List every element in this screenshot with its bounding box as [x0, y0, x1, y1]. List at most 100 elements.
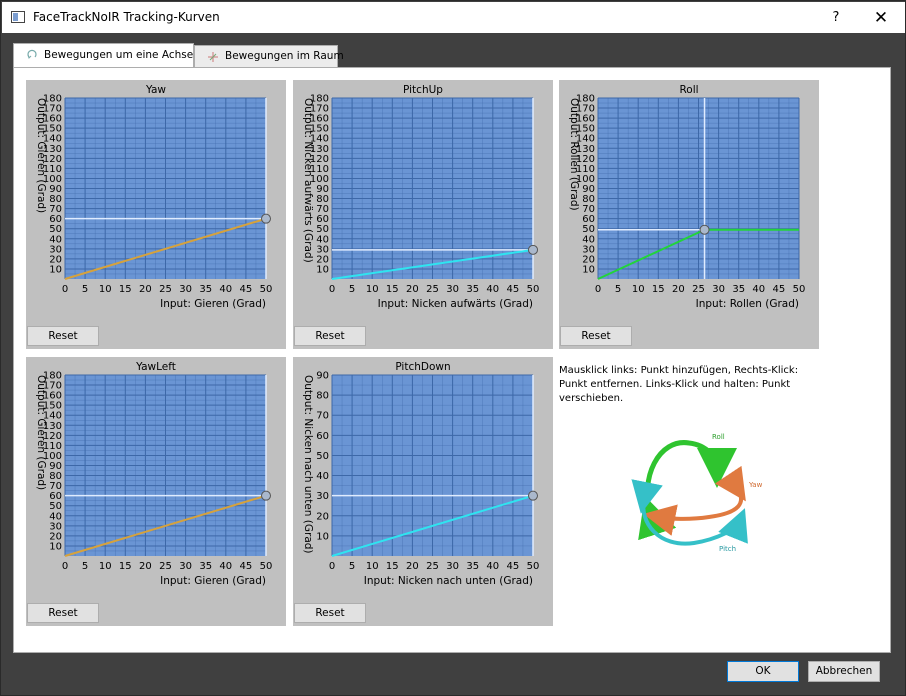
x-tick-label: 15: [386, 561, 399, 572]
y-tick-label: 20: [582, 254, 595, 265]
curve-yawleft: YawLeft 0 5 10 15 20 25 30 35 40 45 50 10 20 30 40 50 60…: [26, 357, 286, 626]
y-tick-label: 60: [582, 214, 595, 225]
y-tick-label: 90: [316, 371, 329, 382]
x-tick-label: 15: [119, 284, 132, 295]
x-tick-label: 50: [527, 284, 540, 295]
yaw-label: Yaw: [748, 481, 763, 489]
y-tick-label: 70: [582, 204, 595, 215]
y-axis-label: Output: Nicken aufwärts (Grad): [302, 98, 314, 263]
control-point[interactable]: [528, 244, 538, 255]
x-tick-label: 30: [712, 284, 725, 295]
y-tick-label: 10: [316, 531, 329, 542]
x-axis-label: Input: Gieren (Grad): [160, 575, 266, 587]
y-tick-label: 60: [316, 214, 329, 225]
x-tick-label: 50: [260, 284, 273, 295]
y-tick-label: 90: [316, 184, 329, 195]
tab-label: Bewegungen um eine Achse: [44, 49, 194, 61]
pitch-arrow: [631, 479, 748, 546]
y-tick-label: 30: [316, 491, 329, 502]
x-tick-label: 45: [773, 284, 786, 295]
reset-button[interactable]: Reset: [560, 326, 632, 346]
x-tick-label: 40: [219, 284, 232, 295]
y-tick-label: 70: [316, 411, 329, 422]
cancel-button[interactable]: Abbrechen: [808, 661, 880, 682]
help-text: Mausklick links: Punkt hinzufügen, Recht…: [559, 365, 799, 404]
curve-plot[interactable]: 0 5 10 15 20 25 30 35 40 45 5010203040506070809010…: [26, 357, 286, 602]
close-button[interactable]: ✕: [864, 6, 898, 30]
y-tick-label: 60: [49, 214, 62, 225]
y-tick-label: 40: [316, 471, 329, 482]
x-tick-label: 5: [615, 284, 621, 295]
reset-button[interactable]: Reset: [294, 603, 366, 623]
reset-button[interactable]: Reset: [27, 326, 99, 346]
x-tick-label: 5: [82, 284, 88, 295]
rotation-axes-illustration: Roll Yaw Pitch: [631, 433, 763, 553]
y-axis-label: Output: Nicken nach unten (Grad): [302, 375, 314, 554]
x-axis-label: Input: Nicken aufwärts (Grad): [378, 298, 533, 310]
y-tick-label: 90: [49, 184, 62, 195]
x-tick-label: 35: [199, 561, 212, 572]
reset-button[interactable]: Reset: [294, 326, 366, 346]
control-point[interactable]: [261, 490, 271, 501]
x-tick-label: 15: [119, 561, 132, 572]
y-tick-label: 70: [316, 204, 329, 215]
x-tick-label: 35: [466, 561, 479, 572]
y-tick-label: 60: [316, 431, 329, 442]
y-tick-label: 70: [49, 481, 62, 492]
y-tick-label: 40: [49, 234, 62, 245]
y-tick-label: 90: [582, 184, 595, 195]
y-tick-label: 30: [49, 244, 62, 255]
x-tick-label: 20: [406, 561, 419, 572]
x-axis-label: Input: Rollen (Grad): [696, 298, 799, 310]
x-tick-label: 20: [406, 284, 419, 295]
x-tick-label: 20: [139, 561, 152, 572]
y-tick-label: 40: [316, 234, 329, 245]
x-tick-label: 30: [179, 561, 192, 572]
x-tick-label: 35: [466, 284, 479, 295]
y-tick-label: 70: [49, 204, 62, 215]
help-button[interactable]: ?: [824, 6, 848, 30]
y-tick-label: 30: [49, 521, 62, 532]
ok-button[interactable]: OK: [727, 661, 799, 682]
x-tick-label: 30: [179, 284, 192, 295]
x-tick-label: 25: [159, 561, 172, 572]
x-tick-label: 5: [349, 284, 355, 295]
x-axis-label: Input: Gieren (Grad): [160, 298, 266, 310]
y-tick-label: 10: [49, 264, 62, 275]
x-tick-label: 45: [240, 561, 253, 572]
y-tick-label: 80: [49, 194, 62, 205]
x-tick-label: 5: [349, 561, 355, 572]
x-tick-label: 10: [99, 284, 112, 295]
tab-single-axis[interactable]: Bewegungen um eine Achse: [13, 43, 194, 69]
y-tick-label: 80: [582, 194, 595, 205]
curve-plot[interactable]: 0 5 10 15 20 25 30 35 40 45 50 10 20 30 40 50 60 70 80 90 In…: [293, 357, 553, 602]
reset-button[interactable]: Reset: [27, 603, 99, 623]
y-tick-label: 80: [49, 471, 62, 482]
x-tick-label: 45: [507, 284, 520, 295]
yaw-arrow: [643, 465, 746, 536]
x-tick-label: 20: [672, 284, 685, 295]
y-tick-label: 10: [582, 264, 595, 275]
y-tick-label: 10: [316, 264, 329, 275]
rotation-icon: [27, 49, 37, 59]
curve-plot[interactable]: 0 5 10 15 20 25 30 35 40 45 5010203040506070809010…: [559, 80, 819, 325]
x-tick-label: 40: [486, 561, 499, 572]
x-tick-label: 0: [329, 561, 335, 572]
curve-plot[interactable]: 0 5 10 15 20 25 30 35 40 45 5010203040506070809010…: [26, 80, 286, 325]
y-tick-label: 80: [316, 391, 329, 402]
control-point[interactable]: [528, 490, 538, 501]
control-point[interactable]: [261, 213, 271, 224]
y-tick-label: 20: [316, 511, 329, 522]
x-tick-label: 40: [219, 561, 232, 572]
tab-space[interactable]: Bewegungen im Raum: [194, 45, 344, 68]
y-tick-label: 40: [49, 511, 62, 522]
x-tick-label: 25: [692, 284, 705, 295]
y-tick-label: 90: [49, 461, 62, 472]
x-tick-label: 20: [139, 284, 152, 295]
control-point[interactable]: [699, 224, 710, 235]
curve-plot[interactable]: 0 5 10 15 20 25 30 35 40 45 5010203040506070809010…: [293, 80, 553, 325]
curve-pitchup: PitchUp 0 5 10 15 20 25 30 35 40 45 50 10 20 30 40 50 60…: [293, 80, 553, 349]
y-axis-label: Output: Rollen (Grad): [568, 98, 580, 211]
x-tick-label: 10: [366, 561, 379, 572]
y-tick-label: 40: [582, 234, 595, 245]
